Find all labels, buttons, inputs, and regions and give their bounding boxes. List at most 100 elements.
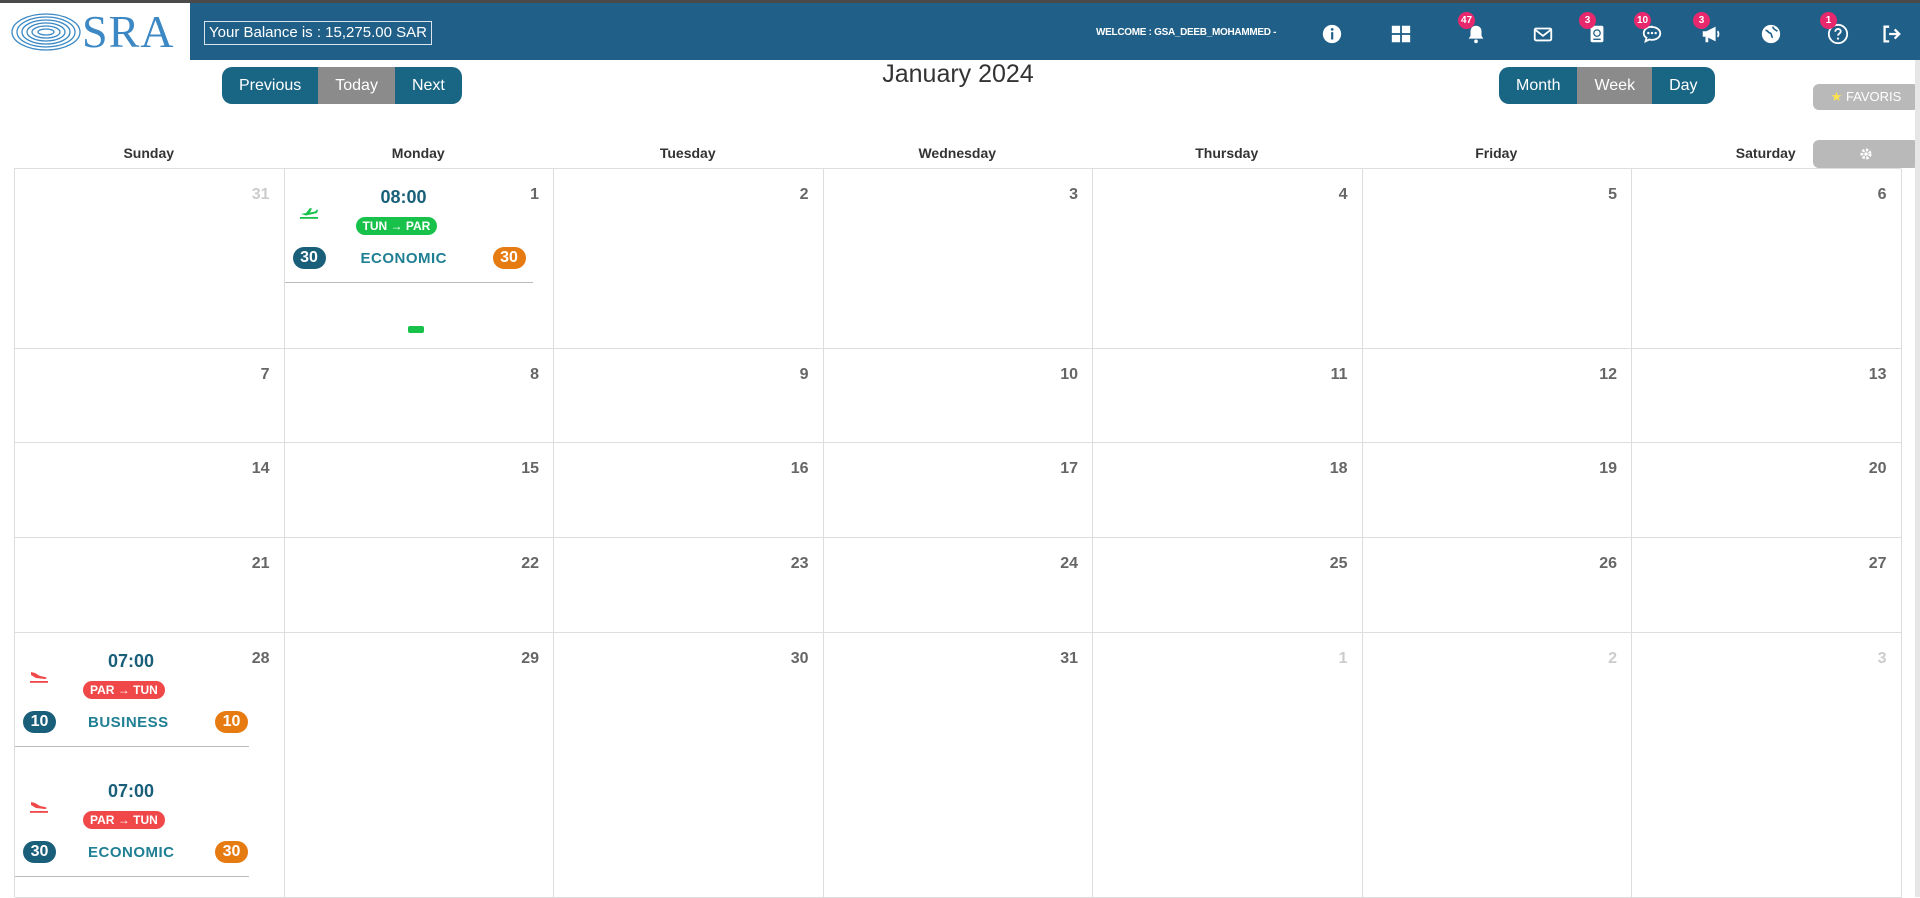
day-cell[interactable]: 10 xyxy=(823,349,1093,443)
day-number[interactable]: 22 xyxy=(521,555,539,573)
day-number[interactable]: 2 xyxy=(800,186,809,204)
month-grid: 31 1 08:00 TUN → PAR 30 ECONOMIC 30 2 3 4 5 6 7 8 9 10 1… xyxy=(14,168,1902,898)
day-cell[interactable]: 3 xyxy=(1632,633,1902,898)
day-number[interactable]: 31 xyxy=(252,186,270,204)
day-number[interactable]: 23 xyxy=(791,555,809,573)
day-cell[interactable]: 3 xyxy=(823,169,1093,349)
help-button[interactable]: 1 xyxy=(1820,12,1852,48)
globe-icon[interactable] xyxy=(1757,20,1785,48)
weekday-tuesday: Tuesday xyxy=(659,145,716,161)
day-cell[interactable]: 23 xyxy=(554,538,824,633)
day-cell[interactable]: 2 xyxy=(554,169,824,349)
day-cell[interactable]: 12 xyxy=(1362,349,1632,443)
day-number[interactable]: 19 xyxy=(1599,460,1617,478)
welcome-user-menu[interactable]: WELCOME : GSA_DEEB_MOHAMMED - xyxy=(1096,27,1277,38)
day-cell[interactable]: 7 xyxy=(15,349,285,443)
day-number[interactable]: 3 xyxy=(1069,186,1078,204)
day-number[interactable]: 13 xyxy=(1869,366,1887,384)
day-cell[interactable]: 19 xyxy=(1362,443,1632,538)
day-number[interactable]: 30 xyxy=(791,650,809,668)
day-number[interactable]: 1 xyxy=(1339,650,1348,668)
weekday-wednesday: Wednesday xyxy=(918,145,997,161)
day-cell[interactable]: 9 xyxy=(554,349,824,443)
dashboard-icon[interactable] xyxy=(1387,20,1415,48)
day-cell[interactable]: 4 xyxy=(1093,169,1363,349)
day-number[interactable]: 7 xyxy=(261,366,270,384)
day-cell[interactable]: 5 xyxy=(1362,169,1632,349)
day-number[interactable]: 29 xyxy=(521,650,539,668)
day-cell[interactable]: 30 xyxy=(554,633,824,898)
day-cell[interactable]: 2 xyxy=(1362,633,1632,898)
today-button[interactable]: Today xyxy=(318,67,395,104)
day-cell[interactable]: 26 xyxy=(1362,538,1632,633)
info-icon[interactable] xyxy=(1318,20,1346,48)
sra-logo[interactable]: SRA xyxy=(0,3,190,60)
seat-count-left: 10 xyxy=(23,711,56,733)
flight-event[interactable]: 07:00 PAR → TUN 10 BUSINESS 10 xyxy=(15,637,249,765)
flight-event[interactable]: 07:00 PAR → TUN 30 ECONOMIC 30 xyxy=(15,767,249,895)
week-view-button[interactable]: Week xyxy=(1577,67,1653,104)
flight-time: 07:00 xyxy=(108,651,155,671)
day-cell[interactable]: 18 xyxy=(1093,443,1363,538)
chat-button[interactable]: 10 xyxy=(1634,12,1666,48)
day-number[interactable]: 5 xyxy=(1608,186,1617,204)
day-cell[interactable]: 31 xyxy=(823,633,1093,898)
calendar-title: January 2024 xyxy=(882,60,1034,88)
day-cell[interactable]: 29 xyxy=(284,633,554,898)
month-view-button[interactable]: Month xyxy=(1499,67,1578,104)
day-cell[interactable]: 16 xyxy=(554,443,824,538)
day-number[interactable]: 8 xyxy=(530,366,539,384)
notifications-bell[interactable]: 47 xyxy=(1458,12,1490,48)
previous-button[interactable]: Previous xyxy=(222,67,319,104)
day-number[interactable]: 16 xyxy=(791,460,809,478)
announcements-button[interactable]: 3 xyxy=(1693,12,1725,48)
day-number[interactable]: 10 xyxy=(1060,366,1078,384)
day-number[interactable]: 2 xyxy=(1608,650,1617,668)
day-cell[interactable]: 13 xyxy=(1632,349,1902,443)
day-number[interactable]: 27 xyxy=(1869,555,1887,573)
day-number[interactable]: 14 xyxy=(252,460,270,478)
day-number[interactable]: 28 xyxy=(252,650,270,668)
day-number[interactable]: 31 xyxy=(1060,650,1078,668)
day-cell[interactable]: 14 xyxy=(15,443,285,538)
flight-event[interactable]: 08:00 TUN → PAR 30 ECONOMIC 30 xyxy=(284,173,533,301)
passport-button[interactable]: 3 xyxy=(1579,12,1611,48)
day-cell[interactable]: 25 xyxy=(1093,538,1363,633)
day-number[interactable]: 25 xyxy=(1330,555,1348,573)
mail-icon[interactable] xyxy=(1529,20,1557,48)
day-number[interactable]: 15 xyxy=(521,460,539,478)
day-cell[interactable]: 22 xyxy=(284,538,554,633)
day-cell[interactable]: 17 xyxy=(823,443,1093,538)
day-number[interactable]: 20 xyxy=(1869,460,1887,478)
day-number[interactable]: 3 xyxy=(1878,650,1887,668)
day-number[interactable]: 11 xyxy=(1331,366,1348,384)
more-events-indicator[interactable] xyxy=(407,326,424,333)
day-cell[interactable]: 15 xyxy=(284,443,554,538)
day-cell[interactable]: 31 xyxy=(15,169,285,349)
day-number[interactable]: 21 xyxy=(252,555,270,573)
day-number[interactable]: 17 xyxy=(1060,460,1078,478)
day-number[interactable]: 12 xyxy=(1599,366,1617,384)
day-cell[interactable]: 21 xyxy=(15,538,285,633)
day-number[interactable]: 18 xyxy=(1330,460,1348,478)
page-scrollbar[interactable] xyxy=(1915,60,1920,897)
day-number[interactable]: 24 xyxy=(1060,555,1078,573)
day-cell[interactable]: 1 08:00 TUN → PAR 30 ECONOMIC 30 xyxy=(284,169,554,349)
day-cell[interactable]: 28 07:00 PAR → TUN 10 BUSINESS 10 07:00 PAR → T… xyxy=(15,633,285,898)
favoris-button[interactable]: ★ FAVORIS xyxy=(1813,84,1919,110)
day-number[interactable]: 4 xyxy=(1339,186,1348,204)
day-cell[interactable]: 8 xyxy=(284,349,554,443)
day-cell[interactable]: 11 xyxy=(1093,349,1363,443)
day-number[interactable]: 26 xyxy=(1599,555,1617,573)
day-cell[interactable]: 27 xyxy=(1632,538,1902,633)
logout-icon[interactable] xyxy=(1877,20,1905,48)
day-number[interactable]: 6 xyxy=(1878,186,1887,204)
day-cell[interactable]: 1 xyxy=(1093,633,1363,898)
day-view-button[interactable]: Day xyxy=(1652,67,1715,104)
day-cell[interactable]: 6 xyxy=(1632,169,1902,349)
day-cell[interactable]: 20 xyxy=(1632,443,1902,538)
day-cell[interactable]: 24 xyxy=(823,538,1093,633)
next-button[interactable]: Next xyxy=(394,67,462,104)
day-number[interactable]: 9 xyxy=(800,366,809,384)
route-badge: PAR → TUN xyxy=(83,681,165,699)
